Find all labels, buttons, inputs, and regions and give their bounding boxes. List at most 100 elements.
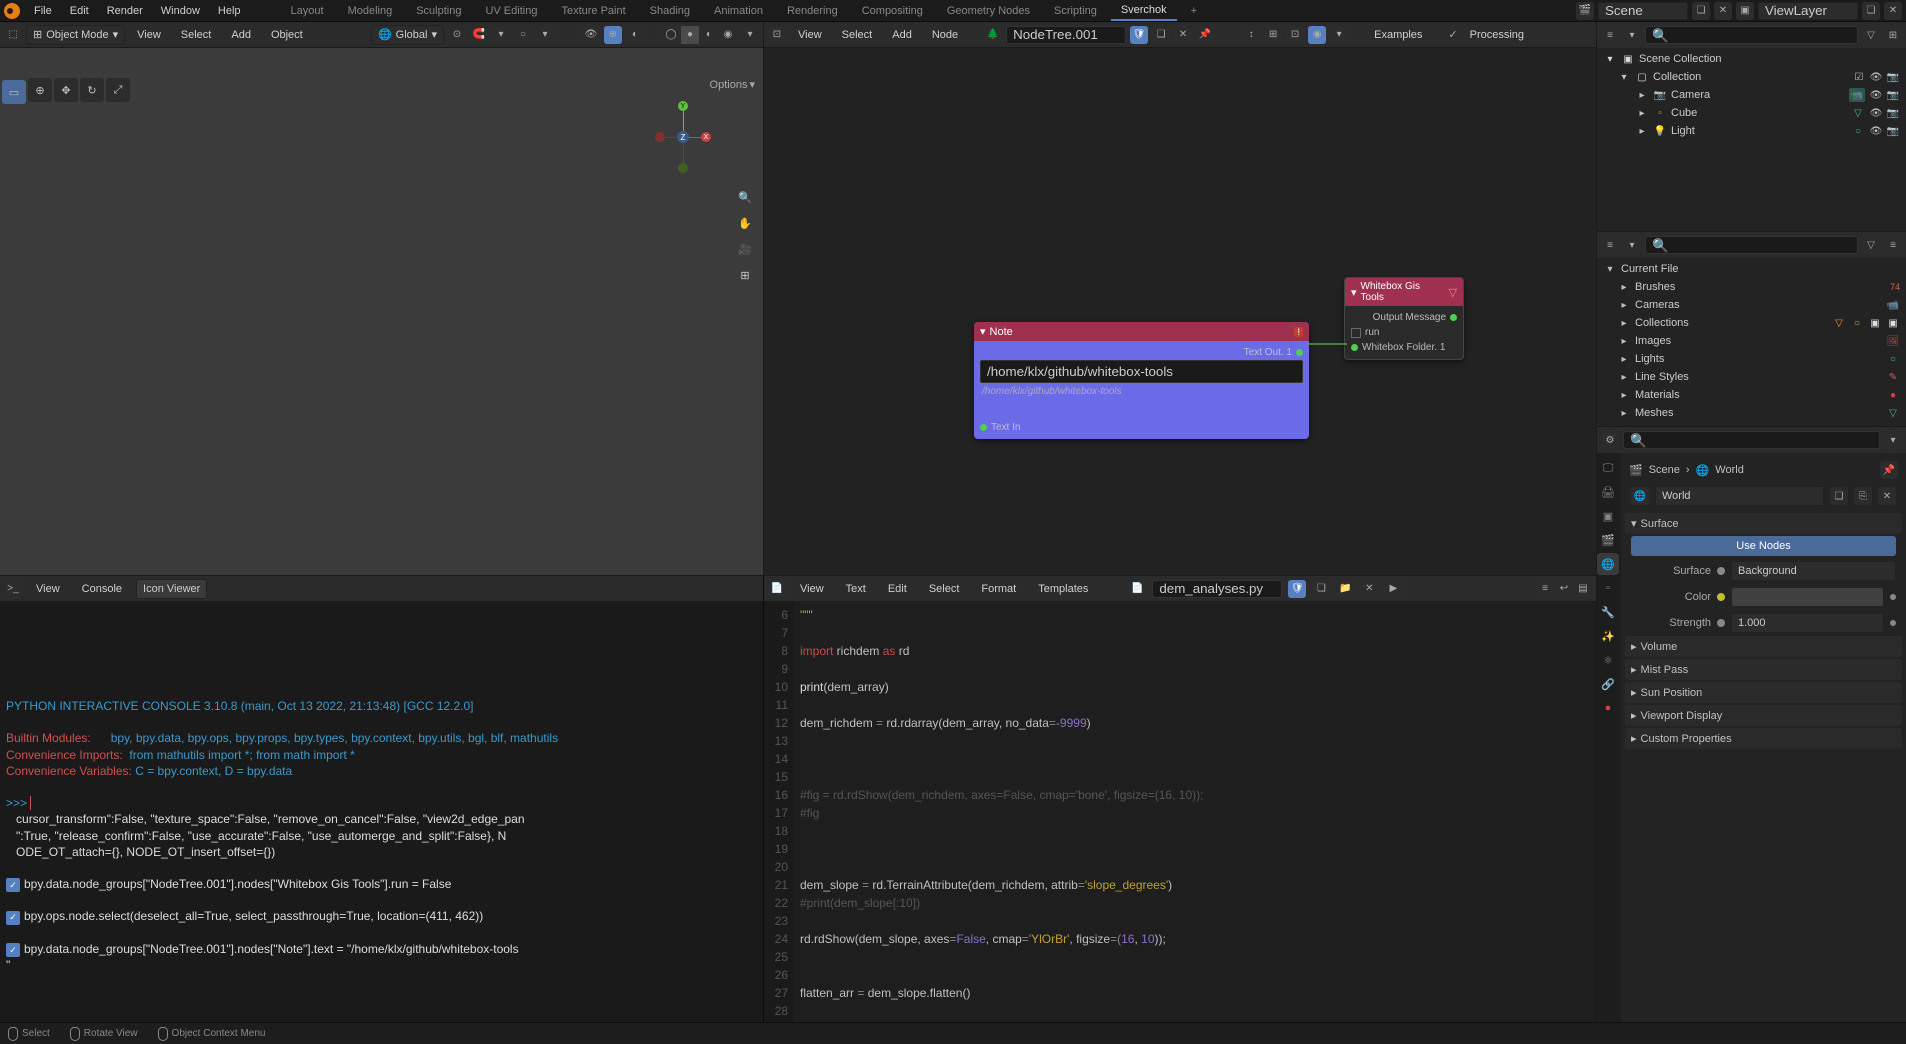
text-edit-menu[interactable]: Edit	[880, 580, 915, 598]
meshes-row[interactable]: ▸Meshes ▽	[1597, 404, 1906, 422]
examples-menu[interactable]: Examples	[1366, 26, 1430, 44]
pin-icon[interactable]: 📌	[1196, 26, 1214, 44]
outliner-filter-icon[interactable]: ▽	[1862, 26, 1880, 44]
lights-row[interactable]: ▸Lights ○	[1597, 350, 1906, 368]
text-editor-content[interactable]: 6789101112131415161718192021222324252627…	[764, 602, 1596, 1024]
tool-rotate[interactable]: ↻	[80, 78, 104, 102]
current-file-row[interactable]: ▾ Current File	[1597, 260, 1906, 278]
sun-panel-header[interactable]: ▸Sun Position	[1625, 682, 1902, 703]
console-output[interactable]: PYTHON INTERACTIVE CONSOLE 3.10.8 (main,…	[0, 602, 763, 1044]
node-tool4-icon[interactable]: ◉	[1308, 26, 1326, 44]
console-view-menu[interactable]: View	[28, 580, 68, 598]
tab-modifier[interactable]: 🔧	[1597, 601, 1619, 623]
socket-folder-dot[interactable]	[1351, 344, 1358, 351]
tab-physics[interactable]: ⚛	[1597, 649, 1619, 671]
icon-viewer-button[interactable]: Icon Viewer	[136, 579, 207, 599]
breadcrumb-scene[interactable]: Scene	[1649, 464, 1680, 476]
tree-collection[interactable]: ▾ ▢ Collection ☑ 👁 📷	[1597, 68, 1906, 86]
shading-material-icon[interactable]: ◐	[700, 26, 718, 44]
tab-texture[interactable]: Texture Paint	[551, 2, 635, 20]
tree-light[interactable]: ▸ 💡 Light ○ 👁 📷	[1597, 122, 1906, 140]
node-editor-type-icon[interactable]: ⊡	[768, 26, 786, 44]
viewlayer-name-input[interactable]	[1758, 2, 1858, 20]
tab-modeling[interactable]: Modeling	[338, 2, 403, 20]
tab-sculpting[interactable]: Sculpting	[406, 2, 471, 20]
text-editor-type-icon[interactable]: 📄	[768, 580, 786, 598]
file-browser-display-icon[interactable]: ▾	[1623, 236, 1641, 254]
menu-render[interactable]: Render	[99, 2, 151, 20]
surface-type-dropdown[interactable]: Background	[1731, 561, 1896, 581]
tab-output[interactable]: 🖨	[1597, 481, 1619, 503]
world-name-input[interactable]: World	[1655, 486, 1824, 506]
file-options-icon[interactable]: ≡	[1884, 236, 1902, 254]
tab-material[interactable]: ●	[1597, 697, 1619, 719]
node-tool2-icon[interactable]: ⊞	[1264, 26, 1282, 44]
eye-icon[interactable]: 👁	[1869, 124, 1883, 138]
tab-object[interactable]: ▫	[1597, 577, 1619, 599]
options-dropdown[interactable]: Options▾	[710, 78, 755, 91]
linestyles-row[interactable]: ▸Line Styles ✎	[1597, 368, 1906, 386]
gizmo-z-icon[interactable]: Z	[677, 131, 689, 143]
properties-options-icon[interactable]: ▾	[1884, 431, 1902, 449]
color-input[interactable]	[1731, 587, 1884, 607]
images-row[interactable]: ▸Images 🖼	[1597, 332, 1906, 350]
add-menu[interactable]: Add	[223, 26, 259, 44]
text-unlink-icon[interactable]: ✕	[1360, 580, 1378, 598]
node-editor[interactable]: ⊡ View Select Add Node 🌲 🛡 ❏ ✕ 📌 ↕ ⊞ ⊡	[764, 22, 1596, 575]
word-wrap-icon[interactable]: ↩	[1555, 580, 1573, 598]
tree-type-icon[interactable]: 🌲	[984, 26, 1002, 44]
gizmo-x-icon[interactable]: X	[701, 132, 711, 142]
text-view-menu[interactable]: View	[792, 580, 832, 598]
orientation-dropdown[interactable]: 🌐Global▾	[371, 25, 444, 45]
file-browser-type-icon[interactable]: ≡	[1601, 236, 1619, 254]
tab-add-workspace[interactable]: +	[1181, 2, 1207, 20]
tree-scene-collection[interactable]: ▾ ▣ Scene Collection	[1597, 50, 1906, 68]
tab-layout[interactable]: Layout	[281, 2, 334, 20]
outliner-display-icon[interactable]: ▾	[1623, 26, 1641, 44]
zoom-icon[interactable]: 🔍	[735, 187, 755, 207]
volume-panel-header[interactable]: ▸Volume	[1625, 636, 1902, 657]
cameras-row[interactable]: ▸Cameras 📹	[1597, 296, 1906, 314]
camera-restrict-icon[interactable]: 📷	[1886, 88, 1900, 102]
tool-scale[interactable]: ⤢	[106, 78, 130, 102]
file-filter-icon[interactable]: ▽	[1862, 236, 1880, 254]
tab-scripting[interactable]: Scripting	[1044, 2, 1107, 20]
note-text-input[interactable]	[980, 360, 1303, 383]
tab-viewlayer[interactable]: ▣	[1597, 505, 1619, 527]
outliner-type-icon[interactable]: ≡	[1601, 26, 1619, 44]
use-nodes-button[interactable]: Use Nodes	[1631, 536, 1896, 556]
tab-animation[interactable]: Animation	[704, 2, 773, 20]
world-new-icon[interactable]: ❏	[1830, 487, 1848, 505]
menu-help[interactable]: Help	[210, 2, 249, 20]
tool-select-box[interactable]: ▭	[2, 80, 26, 104]
node-add-menu[interactable]: Add	[884, 26, 920, 44]
text-fake-user-icon[interactable]: 🛡	[1288, 580, 1306, 598]
perspective-icon[interactable]: ⊞	[735, 265, 755, 285]
console-editor-type-icon[interactable]: >_	[4, 580, 22, 598]
shading-options-icon[interactable]: ▾	[741, 26, 759, 44]
shading-rendered-icon[interactable]: ◉	[719, 26, 737, 44]
camera-restrict-icon[interactable]: 📷	[1886, 124, 1900, 138]
socket-in-dot[interactable]	[980, 424, 987, 431]
tree-unlink-icon[interactable]: ✕	[1174, 26, 1192, 44]
camera-restrict-icon[interactable]: 📷	[1886, 70, 1900, 84]
tab-constraint[interactable]: 🔗	[1597, 673, 1619, 695]
text-filename-input[interactable]	[1152, 580, 1282, 598]
viewlayer-new-icon[interactable]: ❏	[1862, 2, 1880, 20]
code-area[interactable]: """ import richdem as rd print(dem_array…	[794, 602, 1596, 1024]
text-select-menu[interactable]: Select	[921, 580, 968, 598]
tab-scene[interactable]: 🎬	[1597, 529, 1619, 551]
file-browser-search-input[interactable]	[1645, 236, 1858, 254]
custom-props-panel-header[interactable]: ▸Custom Properties	[1625, 728, 1902, 749]
gizmo-neg-y-icon[interactable]	[678, 163, 688, 173]
checkbox-icon[interactable]: ☑	[1852, 70, 1866, 84]
fake-user-icon[interactable]: 🛡	[1130, 26, 1148, 44]
menu-edit[interactable]: Edit	[62, 2, 97, 20]
tree-new-icon[interactable]: ❏	[1152, 26, 1170, 44]
node-select-menu[interactable]: Select	[834, 26, 881, 44]
eye-icon[interactable]: 👁	[1869, 88, 1883, 102]
camera-view-icon[interactable]: 🎥	[735, 239, 755, 259]
tab-uv[interactable]: UV Editing	[475, 2, 547, 20]
socket-outmsg-dot[interactable]	[1450, 314, 1457, 321]
scene-delete-icon[interactable]: ✕	[1714, 2, 1732, 20]
